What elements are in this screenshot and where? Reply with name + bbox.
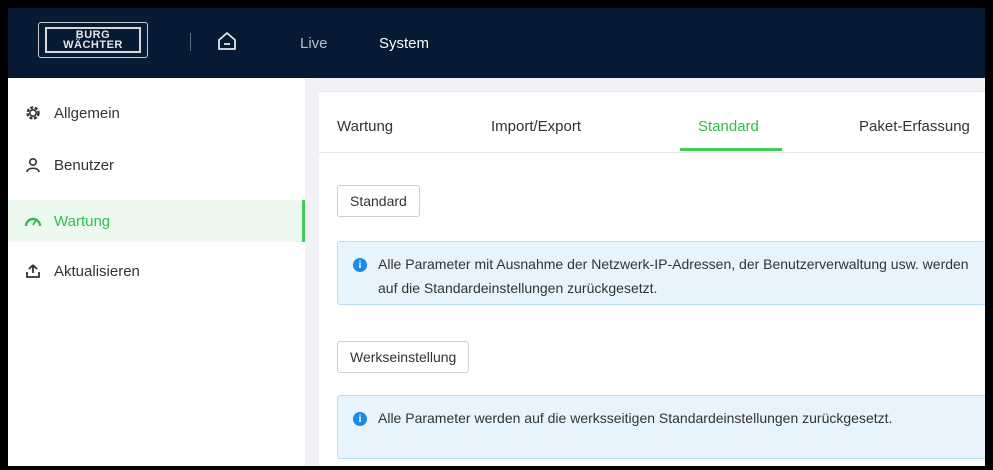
app-window: BURG WÄCHTER Live System Allgemein Benut… bbox=[8, 8, 985, 466]
sidebar-item-label: Wartung bbox=[54, 212, 111, 230]
gauge-icon bbox=[23, 211, 43, 231]
nav-system[interactable]: System bbox=[379, 35, 429, 52]
factory-info-text: Alle Parameter werden auf die werksseiti… bbox=[378, 410, 893, 426]
main-panel: Wartung Import/Export Standard Paket-Erf… bbox=[319, 91, 985, 466]
sidebar-item-label: Allgemein bbox=[54, 104, 120, 122]
tab-standard[interactable]: Standard bbox=[698, 118, 759, 135]
home-icon[interactable] bbox=[215, 29, 239, 53]
gear-icon bbox=[23, 103, 43, 123]
brand-logo[interactable]: BURG WÄCHTER bbox=[38, 22, 148, 58]
layout-gutter bbox=[305, 78, 319, 466]
logo-box: BURG WÄCHTER bbox=[45, 27, 141, 53]
tab-bar: Wartung Import/Export Standard Paket-Erf… bbox=[319, 92, 985, 153]
nav-live[interactable]: Live bbox=[300, 35, 328, 52]
info-icon: i bbox=[353, 412, 367, 426]
sidebar-item-benutzer[interactable]: Benutzer bbox=[8, 144, 305, 186]
sidebar-item-aktualisieren[interactable]: Aktualisieren bbox=[8, 250, 305, 292]
tab-import-export[interactable]: Import/Export bbox=[491, 118, 581, 135]
standard-button[interactable]: Standard bbox=[337, 185, 420, 217]
tab-paket-erfassung[interactable]: Paket-Erfassung bbox=[859, 118, 970, 135]
info-icon: i bbox=[353, 258, 367, 272]
sidebar: Allgemein Benutzer Wartung Aktualisieren bbox=[8, 78, 305, 466]
layout-gutter-top bbox=[305, 78, 985, 91]
standard-info-text: Alle Parameter mit Ausnahme der Netzwerk… bbox=[378, 256, 969, 296]
factory-reset-button[interactable]: Werkseinstellung bbox=[337, 341, 470, 373]
top-bar: BURG WÄCHTER Live System bbox=[8, 8, 985, 78]
factory-info-box: i Alle Parameter werden auf die werkssei… bbox=[337, 395, 985, 459]
sidebar-item-label: Aktualisieren bbox=[54, 262, 140, 280]
upload-icon bbox=[23, 261, 43, 281]
sidebar-item-label: Benutzer bbox=[54, 156, 115, 174]
header-divider bbox=[190, 33, 191, 51]
active-tab-indicator bbox=[680, 148, 782, 151]
standard-info-box: i Alle Parameter mit Ausnahme der Netzwe… bbox=[337, 241, 985, 305]
logo-text-line2: WÄCHTER bbox=[63, 39, 123, 51]
user-icon bbox=[23, 155, 43, 175]
sidebar-item-wartung[interactable]: Wartung bbox=[8, 200, 305, 242]
sidebar-item-allgemein[interactable]: Allgemein bbox=[8, 92, 305, 134]
tab-wartung[interactable]: Wartung bbox=[337, 118, 393, 135]
